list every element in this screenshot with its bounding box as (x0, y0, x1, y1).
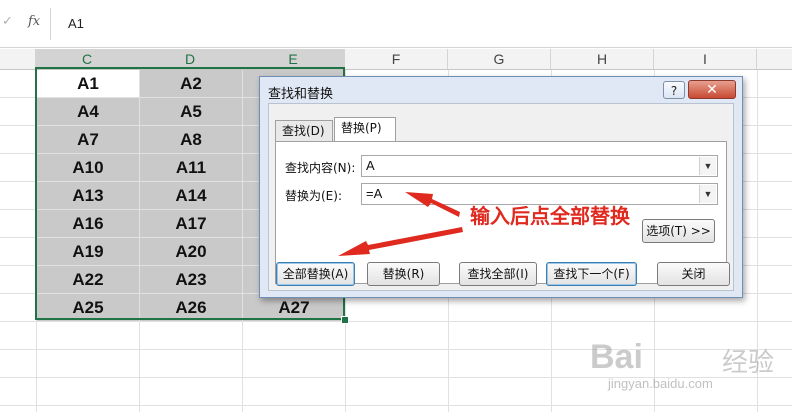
replace-with-value: =A (366, 186, 383, 201)
cell-c1[interactable]: A1 (37, 70, 139, 97)
close-window-button[interactable]: ✕ (688, 80, 736, 99)
cell-d6[interactable]: A17 (140, 210, 242, 237)
cell-c4[interactable]: A10 (37, 154, 139, 181)
cell-e9[interactable]: A27 (243, 294, 345, 321)
column-header-e[interactable]: E (242, 49, 345, 69)
cell-d8[interactable]: A23 (140, 266, 242, 293)
insert-function-icon[interactable]: fx (28, 14, 40, 29)
replace-with-label: 替换为(E): (285, 189, 342, 203)
cell-d3[interactable]: A8 (140, 126, 242, 153)
cell-c8[interactable]: A22 (37, 266, 139, 293)
watermark-url: jingyan.baidu.com (608, 376, 713, 391)
formula-input[interactable]: A1 (58, 8, 792, 40)
dialog-body: 查找(D) 替换(P) 查找内容(N): A ▼ 替换为(E): =A ▼ 选项… (268, 103, 734, 291)
tab-find[interactable]: 查找(D) (275, 120, 333, 141)
fill-handle[interactable] (341, 316, 349, 324)
formula-bar: ✓ fx A1 (0, 0, 792, 48)
replace-all-button[interactable]: 全部替换(A) (276, 262, 355, 286)
column-header-f[interactable]: F (345, 49, 448, 69)
select-all-corner[interactable] (0, 49, 36, 69)
column-header-i[interactable]: I (654, 49, 757, 69)
cell-c2[interactable]: A4 (37, 98, 139, 125)
watermark-brand: Bai (590, 338, 643, 376)
watermark-sub: 经验 (722, 348, 775, 378)
baidu-watermark: Bai 经验 jingyan.baidu.com (590, 338, 790, 408)
cell-c3[interactable]: A7 (37, 126, 139, 153)
options-button[interactable]: 选项(T) >> (642, 219, 715, 243)
cell-d2[interactable]: A5 (140, 98, 242, 125)
cell-c9[interactable]: A25 (37, 294, 139, 321)
help-button[interactable]: ? (663, 81, 685, 99)
column-header-d[interactable]: D (139, 49, 242, 69)
grid-line (0, 321, 792, 322)
dialog-title: 查找和替换 (268, 87, 334, 102)
find-all-button[interactable]: 查找全部(I) (459, 262, 537, 286)
find-replace-dialog: 查找和替换 ? ✕ 查找(D) 替换(P) 查找内容(N): A ▼ 替换为(E… (259, 76, 743, 298)
column-header-row: C D E F G H I (0, 49, 792, 70)
cell-d5[interactable]: A14 (140, 182, 242, 209)
cell-c6[interactable]: A16 (37, 210, 139, 237)
column-header-h[interactable]: H (551, 49, 654, 69)
cell-c5[interactable]: A13 (37, 182, 139, 209)
cell-d1[interactable]: A2 (140, 70, 242, 97)
column-header-g[interactable]: G (448, 49, 551, 69)
cell-d9[interactable]: A26 (140, 294, 242, 321)
tab-replace[interactable]: 替换(P) (334, 117, 396, 141)
cell-c7[interactable]: A19 (37, 238, 139, 265)
cell-d4[interactable]: A11 (140, 154, 242, 181)
find-what-value: A (366, 158, 375, 173)
annotation-text: 输入后点全部替换 (470, 204, 630, 228)
cell-d7[interactable]: A20 (140, 238, 242, 265)
chevron-down-icon[interactable]: ▼ (699, 185, 716, 203)
close-button[interactable]: 关闭 (657, 262, 730, 286)
column-header-c[interactable]: C (36, 49, 139, 69)
find-next-button[interactable]: 查找下一个(F) (546, 262, 637, 286)
replace-button[interactable]: 替换(R) (367, 262, 440, 286)
cancel-icon[interactable]: ✓ (2, 14, 13, 29)
find-what-label: 查找内容(N): (285, 161, 356, 175)
find-what-input[interactable]: A ▼ (361, 155, 718, 177)
formula-bar-divider (0, 47, 792, 48)
chevron-down-icon[interactable]: ▼ (699, 157, 716, 175)
